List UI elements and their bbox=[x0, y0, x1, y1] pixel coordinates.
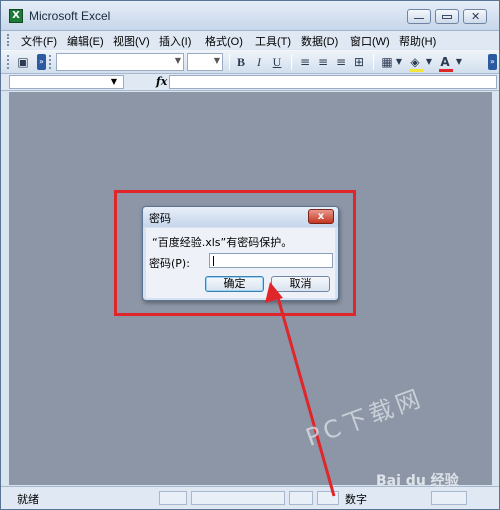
status-panel bbox=[191, 491, 285, 505]
borders-icon[interactable]: ▦ bbox=[379, 54, 395, 70]
text-caret bbox=[213, 256, 214, 266]
toolbar-separator bbox=[229, 54, 230, 70]
window-title: Microsoft Excel bbox=[29, 9, 111, 23]
ok-button[interactable]: 确定 bbox=[205, 276, 264, 292]
status-panel bbox=[159, 491, 187, 505]
status-text: 就绪 bbox=[17, 493, 39, 506]
formula-input[interactable] bbox=[169, 75, 497, 89]
chevron-down-icon: ▼ bbox=[110, 77, 117, 86]
font-color-swatch bbox=[439, 69, 453, 72]
status-panel bbox=[431, 491, 467, 505]
font-size-dropdown[interactable]: ▼ bbox=[187, 53, 223, 71]
status-panel bbox=[317, 491, 339, 505]
align-right-icon[interactable]: ≡ bbox=[333, 54, 349, 70]
excel-app-icon: X bbox=[9, 9, 23, 23]
toolbar-separator bbox=[373, 54, 374, 70]
menu-format[interactable]: 格式(O) bbox=[205, 33, 243, 49]
menu-data[interactable]: 数据(D) bbox=[301, 33, 338, 49]
italic-button[interactable]: I bbox=[251, 54, 267, 70]
title-bar: X Microsoft Excel ✕ bbox=[1, 1, 499, 31]
chevron-down-icon[interactable]: ▼ bbox=[395, 54, 403, 70]
close-icon: ✕ bbox=[471, 10, 481, 23]
chevron-down-icon[interactable]: ▼ bbox=[425, 54, 433, 70]
align-left-icon[interactable]: ≡ bbox=[297, 54, 313, 70]
status-num-indicator: 数字 bbox=[345, 493, 367, 506]
toolbar-grip-handle-2[interactable] bbox=[49, 55, 52, 69]
toolbar-grip-handle[interactable] bbox=[7, 55, 10, 69]
fill-color-icon[interactable]: ◈ bbox=[407, 54, 423, 70]
menu-help[interactable]: 帮助(H) bbox=[399, 33, 436, 49]
font-color-icon[interactable]: A bbox=[437, 54, 453, 70]
dialog-close-button[interactable]: x bbox=[308, 209, 334, 224]
watermark-baidu: Bai du 经验 bbox=[376, 473, 459, 489]
status-panel bbox=[289, 491, 313, 505]
fx-icon[interactable]: fx bbox=[156, 75, 167, 88]
password-label: 密码(P): bbox=[149, 257, 190, 270]
close-window-button[interactable]: ✕ bbox=[463, 9, 487, 24]
menu-grip-handle[interactable] bbox=[7, 34, 10, 46]
password-dialog: 密码 x “百度经验.xls”有密码保护。 密码(P): 确定 取消 bbox=[142, 206, 339, 301]
chevron-down-icon: ▼ bbox=[213, 56, 220, 65]
menu-tools[interactable]: 工具(T) bbox=[255, 33, 291, 49]
align-center-icon[interactable]: ≡ bbox=[315, 54, 331, 70]
minimize-icon bbox=[414, 18, 424, 19]
dialog-title-bar: 密码 x bbox=[143, 207, 338, 227]
toolbar-options-chevron-2[interactable]: » bbox=[488, 54, 497, 70]
menu-bar: 文件(F) 编辑(E) 视图(V) 插入(I) 格式(O) 工具(T) 数据(D… bbox=[1, 31, 499, 49]
chevron-down-icon[interactable]: ▼ bbox=[455, 54, 463, 70]
dialog-body: “百度经验.xls”有密码保护。 密码(P): 确定 取消 bbox=[146, 228, 335, 298]
menu-file[interactable]: 文件(F) bbox=[21, 33, 57, 49]
password-input[interactable] bbox=[209, 253, 333, 268]
maximize-button[interactable] bbox=[435, 9, 459, 24]
underline-button[interactable]: U bbox=[269, 54, 285, 70]
menu-edit[interactable]: 编辑(E) bbox=[67, 33, 104, 49]
font-name-dropdown[interactable]: ▼ bbox=[56, 53, 184, 71]
merge-center-icon[interactable]: ⊞ bbox=[351, 54, 367, 70]
fill-color-swatch bbox=[409, 69, 423, 72]
toolbar-options-chevron[interactable]: » bbox=[37, 54, 46, 70]
minimize-button[interactable] bbox=[407, 9, 431, 24]
formatting-toolbar: ▣ » ▼ ▼ B I U ≡ ≡ ≡ ⊞ ▦ ▼ ◈ ▼ A ▼ » bbox=[1, 50, 499, 74]
formula-bar: ▼ fx bbox=[1, 74, 499, 91]
cancel-button[interactable]: 取消 bbox=[271, 276, 330, 292]
maximize-icon bbox=[442, 15, 452, 19]
dialog-message: “百度经验.xls”有密码保护。 bbox=[152, 236, 293, 249]
bold-button[interactable]: B bbox=[233, 54, 249, 70]
toolbar-separator bbox=[291, 54, 292, 70]
menu-view[interactable]: 视图(V) bbox=[113, 33, 150, 49]
menu-window[interactable]: 窗口(W) bbox=[350, 33, 390, 49]
save-icon[interactable]: ▣ bbox=[15, 54, 31, 70]
menu-insert[interactable]: 插入(I) bbox=[159, 33, 191, 49]
dialog-title: 密码 bbox=[149, 212, 171, 225]
name-box[interactable]: ▼ bbox=[9, 75, 124, 89]
chevron-down-icon: ▼ bbox=[174, 56, 181, 65]
